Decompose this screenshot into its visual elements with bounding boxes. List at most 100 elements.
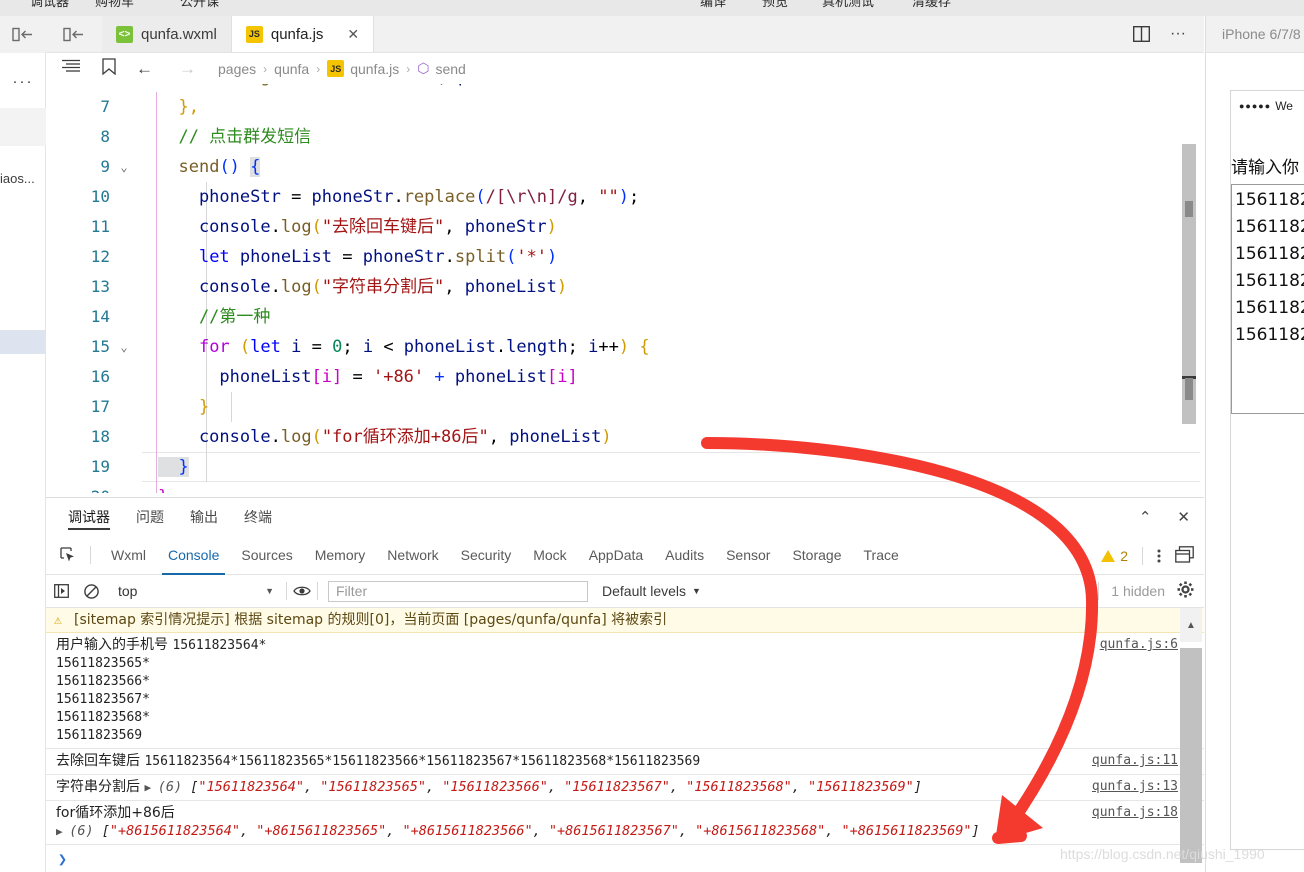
console-scrollbar-thumb[interactable] bbox=[1180, 648, 1202, 863]
inspect-element-icon[interactable] bbox=[46, 547, 90, 563]
code-line[interactable]: 7 }, bbox=[46, 92, 1204, 122]
code-line[interactable]: 18 console.log("for循环添加+86后", phoneList) bbox=[46, 422, 1204, 452]
breadcrumb-segment-symbol[interactable]: ⬡ send bbox=[417, 60, 466, 77]
console-row[interactable]: for循环添加+86后 ▶ (6) ["+8615611823564", "+86… bbox=[46, 801, 1204, 845]
console-row[interactable]: 字符串分割后 ▶ (6) ["15611823564", "1561182356… bbox=[46, 775, 1204, 801]
console-row[interactable]: ⚠ [sitemap 索引情况提示] 根据 sitemap 的规则[0]，当前页面… bbox=[46, 608, 1204, 633]
console-source-link[interactable]: qunfa.js:18 bbox=[1092, 804, 1178, 822]
expand-array-icon[interactable]: ▶ bbox=[56, 825, 69, 838]
console-levels-select[interactable]: Default levels ▼ bbox=[602, 583, 701, 599]
devtools-panel-tab[interactable]: Console bbox=[161, 536, 226, 575]
devtools-outer-tab[interactable]: 问题 bbox=[136, 498, 164, 536]
tab-close-icon[interactable]: ✕ bbox=[347, 26, 359, 43]
code-line[interactable]: 14 //第一种 bbox=[46, 302, 1204, 332]
code-line[interactable]: 20}, bbox=[46, 482, 1204, 493]
code-line[interactable]: 16 phoneList[i] = '+86' + phoneList[i] bbox=[46, 362, 1204, 392]
console-array-line: 字符串分割后 ▶ (6) ["15611823564", "1561182356… bbox=[56, 778, 1204, 797]
console-source-link[interactable]: qunfa.js:11 bbox=[1092, 752, 1178, 770]
devtools-panel: 调试器 问题 输出 终端 ⌃ ✕ Wxml Console Sources Memory Ne… bbox=[46, 497, 1204, 872]
code-line[interactable]: 6 console.log("用户输入的手机号", phoneStr) bbox=[46, 84, 1204, 92]
indent-guide bbox=[156, 362, 157, 392]
devtools-outer-tab[interactable]: 终端 bbox=[244, 498, 272, 536]
menu-item[interactable]: 调试器 bbox=[30, 0, 69, 10]
clear-console-icon[interactable] bbox=[76, 583, 106, 599]
phone-preview[interactable]: ●●●●● We 请输入你 1561182 1561182 1561182 15611… bbox=[1230, 90, 1304, 850]
rail-more-icon[interactable]: ··· bbox=[0, 71, 46, 91]
code-line[interactable]: 10 phoneStr = phoneStr.replace(/[\r\n]/g… bbox=[46, 182, 1204, 212]
devtools-panel-tab[interactable]: Audits bbox=[665, 536, 704, 575]
close-panel-icon[interactable]: ✕ bbox=[1177, 508, 1190, 526]
more-actions-icon[interactable]: ··· bbox=[1170, 25, 1186, 43]
tab-qunfa-js[interactable]: JS qunfa.js ✕ bbox=[231, 16, 375, 52]
expand-array-icon[interactable]: ▶ bbox=[144, 781, 157, 794]
code-line[interactable]: 13 console.log("字符串分割后", phoneList) bbox=[46, 272, 1204, 302]
fold-chevron-icon[interactable]: ⌄ bbox=[116, 152, 132, 182]
devtools-panel-tab[interactable]: Sensor bbox=[726, 536, 770, 575]
console-execute-icon[interactable] bbox=[46, 584, 76, 598]
simulator-device-label[interactable]: iPhone 6/7/8 1 bbox=[1206, 16, 1304, 53]
devtools-panel-tab[interactable]: Wxml bbox=[111, 536, 146, 575]
editor-scroll-thumb[interactable] bbox=[1185, 378, 1193, 400]
current-line-highlight bbox=[142, 452, 1200, 482]
code-line[interactable]: 19 } bbox=[46, 452, 1204, 482]
console-source-link[interactable]: qunfa.js:13 bbox=[1092, 778, 1178, 796]
devtools-panel-tab[interactable]: Security bbox=[461, 536, 512, 575]
tab-qunfa-wxml[interactable]: <> qunfa.wxml bbox=[102, 16, 232, 52]
breadcrumb-label: send bbox=[435, 60, 466, 77]
nav-back-icon[interactable]: ← bbox=[136, 59, 153, 79]
code-line[interactable]: 11 console.log("去除回车键后", phoneStr) bbox=[46, 212, 1204, 242]
code-line[interactable]: 9 ⌄ send() { bbox=[46, 152, 1204, 182]
devtools-panel-tab[interactable]: Mock bbox=[533, 536, 566, 575]
devtools-panel-tab[interactable]: AppData bbox=[589, 536, 643, 575]
devtools-panel-tab[interactable]: Trace bbox=[864, 536, 899, 575]
code-editor[interactable]: 6console.log("用户输入的手机号", phoneStr)7 },8 … bbox=[46, 84, 1204, 493]
rail-back-button[interactable] bbox=[0, 16, 46, 53]
breadcrumb-segment-pages[interactable]: pages bbox=[218, 61, 256, 77]
menu-item[interactable]: 公开课 bbox=[180, 0, 219, 10]
rail-selected-item[interactable] bbox=[0, 330, 46, 354]
line-number: 20 bbox=[46, 482, 110, 493]
console-filter-input[interactable]: Filter bbox=[328, 580, 588, 602]
code-text: //第一种 bbox=[158, 307, 271, 327]
console-prompt[interactable]: ❯ bbox=[46, 845, 1204, 872]
kebab-menu-icon[interactable] bbox=[1157, 548, 1161, 564]
fold-chevron-icon[interactable]: ⌄ bbox=[116, 332, 132, 362]
warning-badge[interactable]: 2 bbox=[1101, 548, 1128, 564]
code-line[interactable]: 15 ⌄ for (let i = 0; i < phoneList.length… bbox=[46, 332, 1204, 362]
code-line[interactable]: 17 } bbox=[46, 392, 1204, 422]
devtools-panel-tab[interactable]: Network bbox=[387, 536, 438, 575]
indent-guide bbox=[156, 302, 157, 332]
console-source-link[interactable]: qunfa.js:6 bbox=[1100, 636, 1178, 654]
devtools-panel-tab[interactable]: Sources bbox=[241, 536, 292, 575]
code-line[interactable]: 8 // 点击群发短信 bbox=[46, 122, 1204, 152]
menu-item[interactable]: 购物车 bbox=[95, 0, 134, 10]
devtools-panel-tab[interactable]: Memory bbox=[315, 536, 366, 575]
menu-item[interactable]: 真机测试 bbox=[822, 0, 874, 10]
devtools-panel-tab[interactable]: Storage bbox=[792, 536, 841, 575]
devtools-outer-tab[interactable]: 输出 bbox=[190, 498, 218, 536]
collapse-panel-icon[interactable]: ⌃ bbox=[1139, 508, 1152, 526]
console-row[interactable]: 用户输入的手机号 15611823564* 15611823565* 1561182… bbox=[46, 633, 1204, 749]
phone-textarea[interactable]: 1561182 1561182 1561182 1561182 1561182 15611… bbox=[1231, 184, 1304, 414]
indent-guide bbox=[156, 182, 157, 212]
menu-item[interactable]: 清缓存 bbox=[912, 0, 951, 10]
live-expression-icon[interactable] bbox=[287, 585, 317, 597]
settings-gear-icon[interactable] bbox=[1177, 581, 1194, 601]
comma: , bbox=[669, 779, 687, 795]
outline-icon[interactable] bbox=[62, 59, 80, 78]
code-line[interactable]: 12 let phoneList = phoneStr.split('*') bbox=[46, 242, 1204, 272]
breadcrumb-segment-qunfa[interactable]: qunfa bbox=[274, 61, 309, 77]
phone-textarea-line: 1561182 bbox=[1235, 325, 1304, 345]
menu-item[interactable]: 编译 bbox=[700, 0, 726, 10]
console-scroll-up-button[interactable]: ▲ bbox=[1180, 608, 1202, 642]
bookmark-icon[interactable] bbox=[102, 57, 116, 80]
split-editor-icon[interactable] bbox=[1133, 26, 1151, 42]
console-output[interactable]: ⚠ [sitemap 索引情况提示] 根据 sitemap 的规则[0]，当前页面… bbox=[46, 608, 1204, 872]
console-row[interactable]: 去除回车键后 15611823564*15611823565*156118235… bbox=[46, 749, 1204, 775]
dock-panel-icon[interactable] bbox=[1175, 545, 1194, 566]
menu-item[interactable]: 预览 bbox=[762, 0, 788, 10]
devtools-outer-tab[interactable]: 调试器 bbox=[68, 498, 110, 536]
console-context-select[interactable]: top ▼ bbox=[106, 583, 286, 599]
editor-back-button[interactable] bbox=[46, 16, 102, 52]
breadcrumb-segment-file[interactable]: JS qunfa.js bbox=[327, 60, 399, 77]
